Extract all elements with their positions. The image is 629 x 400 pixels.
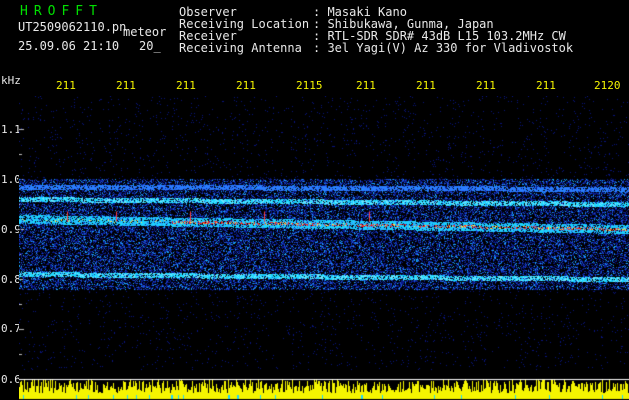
- x-tick-label: 211: [536, 79, 556, 92]
- x-tick-label: 211: [116, 79, 136, 92]
- minute-label: 20_: [139, 39, 161, 53]
- x-tick-label: 2115: [296, 79, 323, 92]
- x-tick-label: 2120: [594, 79, 621, 92]
- antenna-label: Receiving Antenna: [179, 41, 302, 55]
- y-tick-label: 0.7: [1, 322, 21, 335]
- x-tick-label: 211: [56, 79, 76, 92]
- antenna-value: : 3el Yagi(V) Az 330 for Vladivostok: [313, 41, 574, 55]
- khz-unit-label: kHz: [1, 74, 21, 87]
- hrofft-logo: HROFFT: [20, 4, 103, 19]
- x-tick-label: 211: [236, 79, 256, 92]
- date-time: 25.09.06 21:10: [18, 39, 120, 53]
- x-tick-label: 211: [356, 79, 376, 92]
- meteor-tag: meteor: [123, 25, 167, 39]
- y-tick-label: 0.8: [1, 273, 21, 286]
- x-tick-label: 211: [176, 79, 196, 92]
- y-tick-label: 0.9: [1, 223, 21, 236]
- file-name: UT2509062110.pn: [18, 20, 127, 34]
- x-tick-label: 211: [416, 79, 436, 92]
- y-tick-label: 1.1: [1, 123, 21, 136]
- y-tick-label: 0.6: [1, 373, 21, 386]
- x-tick-label: 211: [476, 79, 496, 92]
- spectrogram-canvas: [19, 96, 629, 400]
- y-tick-label: 1.0: [1, 173, 21, 186]
